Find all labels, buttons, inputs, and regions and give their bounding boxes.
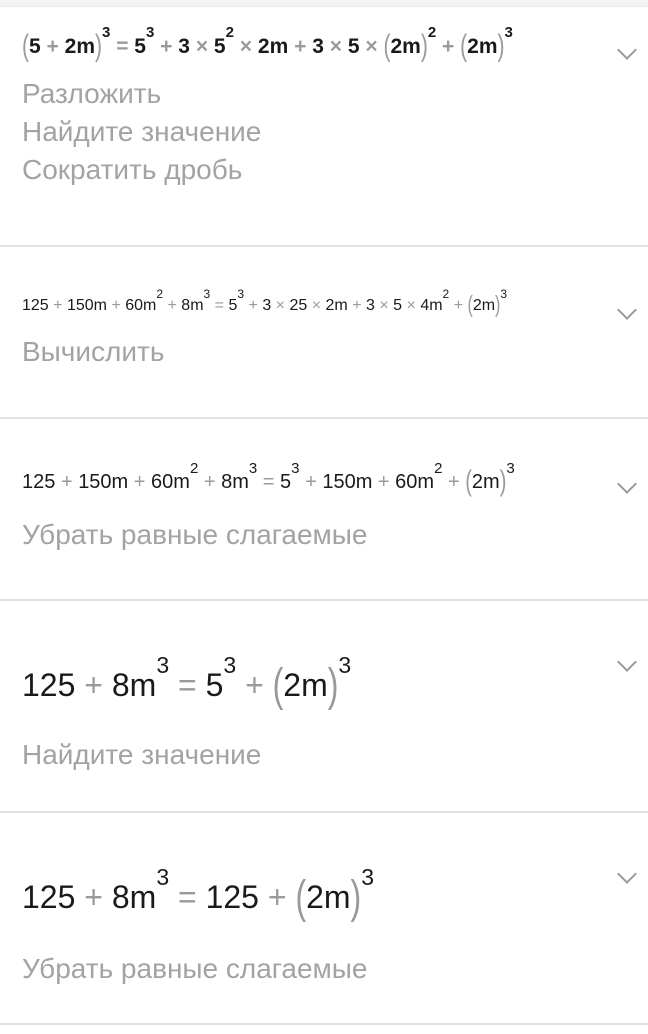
step-3-expression: 125 + 150m + 60m2 + 8m3 = 53 + 150m + 60… [22, 460, 515, 498]
action-link[interactable]: Сократить дробь [22, 151, 608, 189]
solution-step-5[interactable]: 125 + 8m3 = 125 + (2m)3 Убрать равные сл… [0, 813, 648, 1025]
action-link[interactable]: Найдите значение [22, 113, 608, 151]
step-5-expression: 125 + 8m3 = 125 + (2m)3 [22, 864, 374, 923]
chevron-down-icon[interactable] [617, 300, 637, 320]
chevron-down-icon[interactable] [617, 652, 637, 672]
action-link[interactable]: Разложить [22, 75, 608, 113]
chevron-down-icon[interactable] [617, 864, 637, 884]
step-3-actions: Убрать равные слагаемые [22, 516, 608, 554]
step-2-expression: 125 + 150m + 60m2 + 8m3 = 53 + 3 × 25 × … [22, 287, 508, 318]
action-link[interactable]: Вычислить [22, 333, 608, 371]
step-1-expression: (5 + 2m)3 = 53 + 3 × 52 × 2m + 3 × 5 × (… [22, 24, 513, 63]
solution-step-3[interactable]: 125 + 150m + 60m2 + 8m3 = 53 + 150m + 60… [0, 419, 648, 601]
chevron-down-icon[interactable] [617, 40, 637, 60]
step-2-actions: Вычислить [22, 333, 608, 371]
step-4-expression: 125 + 8m3 = 53 + (2m)3 [22, 652, 352, 711]
solution-step-4[interactable]: 125 + 8m3 = 53 + (2m)3 Найдите значение [0, 601, 648, 813]
step-5-actions: Убрать равные слагаемые [22, 950, 608, 988]
step-4-actions: Найдите значение [22, 736, 608, 774]
top-edge [0, 0, 648, 7]
chevron-down-icon[interactable] [617, 474, 637, 494]
solution-step-2[interactable]: 125 + 150m + 60m2 + 8m3 = 53 + 3 × 25 × … [0, 247, 648, 419]
step-1-actions: Разложить Найдите значение Сократить дро… [22, 75, 608, 189]
solution-step-1[interactable]: (5 + 2m)3 = 53 + 3 × 52 × 2m + 3 × 5 × (… [0, 7, 648, 247]
action-link[interactable]: Убрать равные слагаемые [22, 950, 608, 988]
action-link[interactable]: Найдите значение [22, 736, 608, 774]
action-link[interactable]: Убрать равные слагаемые [22, 516, 608, 554]
